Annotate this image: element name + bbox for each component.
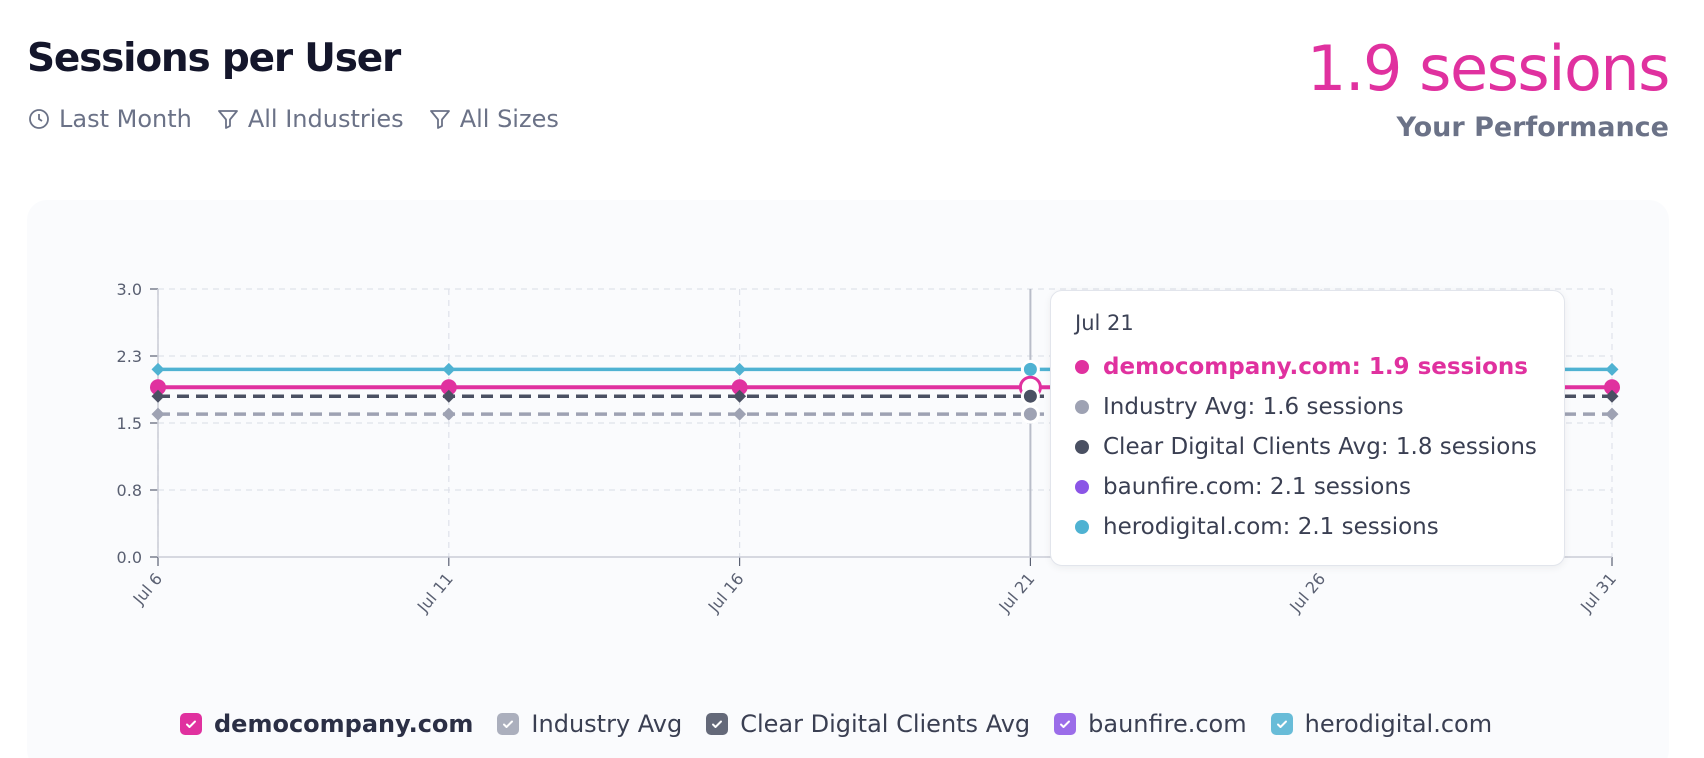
data-point	[1020, 404, 1040, 424]
legend-label: Industry Avg	[531, 710, 683, 738]
data-point	[733, 407, 747, 421]
tooltip-row-text: democompany.com: 1.9 sessions	[1103, 354, 1528, 380]
legend-item[interactable]: herodigital.com	[1270, 710, 1493, 738]
series-dot-icon	[1075, 480, 1089, 494]
data-point	[733, 362, 747, 376]
tooltip-row: democompany.com: 1.9 sessions	[1075, 347, 1540, 387]
legend-item[interactable]: democompany.com	[180, 710, 473, 738]
tooltip-row-text: baunfire.com: 2.1 sessions	[1103, 474, 1411, 500]
tooltip-row-text: herodigital.com: 2.1 sessions	[1103, 514, 1439, 540]
checkbox-checked-icon[interactable]	[1054, 713, 1077, 735]
data-point	[151, 407, 165, 421]
legend-item[interactable]: baunfire.com	[1054, 710, 1247, 738]
data-point	[1020, 386, 1040, 406]
y-tick-label: 0.0	[117, 548, 142, 567]
y-tick-label: 1.5	[117, 414, 142, 433]
tooltip-date: Jul 21	[1075, 311, 1134, 335]
y-tick-label: 0.8	[117, 481, 142, 500]
y-tick-label: 2.3	[117, 347, 142, 366]
tooltip-row: Clear Digital Clients Avg: 1.8 sessions	[1075, 427, 1540, 467]
x-tick-label: Jul 21	[995, 569, 1039, 616]
legend-label: democompany.com	[214, 710, 474, 738]
legend-label: herodigital.com	[1304, 710, 1493, 738]
data-point	[442, 362, 456, 376]
chart-tooltip: Jul 21 democompany.com: 1.9 sessions Indu…	[1050, 290, 1565, 566]
y-tick-label: 3.0	[117, 280, 142, 299]
tooltip-row-text: Industry Avg: 1.6 sessions	[1103, 394, 1404, 420]
series-dot-icon	[1075, 520, 1089, 534]
x-tick-label: Jul 16	[704, 569, 748, 616]
series-dot-icon	[1075, 400, 1089, 414]
checkbox-checked-icon[interactable]	[1270, 713, 1293, 735]
data-point	[1605, 362, 1619, 376]
legend-label: baunfire.com	[1088, 710, 1247, 738]
series-dot-icon	[1075, 360, 1089, 374]
x-tick-label: Jul 6	[129, 569, 166, 608]
data-point	[1020, 359, 1040, 379]
data-point	[1605, 407, 1619, 421]
legend-item[interactable]: Clear Digital Clients Avg	[706, 710, 1030, 738]
x-tick-label: Jul 26	[1285, 569, 1329, 616]
data-point	[442, 407, 456, 421]
x-tick-label: Jul 11	[413, 569, 457, 616]
tooltip-row: Industry Avg: 1.6 sessions	[1075, 387, 1540, 427]
checkbox-checked-icon[interactable]	[180, 713, 202, 735]
series-dot-icon	[1075, 440, 1089, 454]
tooltip-row: herodigital.com: 2.1 sessions	[1075, 507, 1540, 547]
x-tick-label: Jul 31	[1576, 569, 1620, 616]
checkbox-checked-icon[interactable]	[497, 713, 520, 735]
chart-legend: democompany.com Industry Avg Clear Digital…	[180, 710, 1492, 738]
tooltip-rows: democompany.com: 1.9 sessions Industry Av…	[1075, 347, 1540, 547]
checkbox-checked-icon[interactable]	[706, 713, 729, 735]
tooltip-row: baunfire.com: 2.1 sessions	[1075, 467, 1540, 507]
legend-label: Clear Digital Clients Avg	[740, 710, 1031, 738]
data-point	[151, 362, 165, 376]
legend-item[interactable]: Industry Avg	[497, 710, 682, 738]
tooltip-row-text: Clear Digital Clients Avg: 1.8 sessions	[1103, 434, 1537, 460]
